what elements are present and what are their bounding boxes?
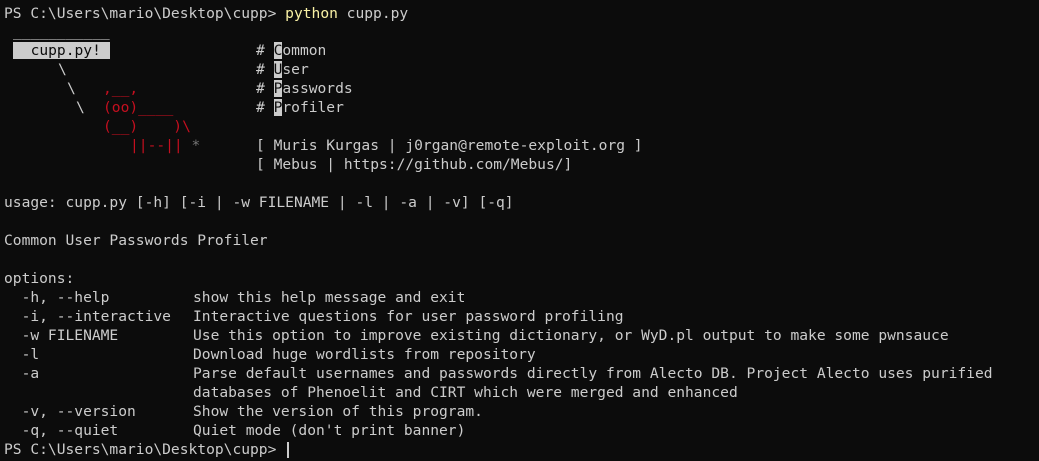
- cow-ears: ,__,: [103, 80, 139, 97]
- text-cursor: [287, 442, 290, 458]
- cow-face: (oo)____: [103, 99, 174, 116]
- option-flag-alecto: -a: [4, 365, 40, 382]
- option-desc-wordlist: Use this option to improve existing dict…: [193, 327, 949, 344]
- hash-mark: #: [256, 42, 274, 59]
- acronym-rest: asswords: [282, 80, 353, 97]
- credit-mebus: [ Mebus | https://github.com/Mebus/]: [256, 156, 573, 173]
- acronym-rest: rofiler: [282, 99, 344, 116]
- option-flag-wordlist: -w FILENAME: [4, 327, 119, 344]
- prompt-line-1: PS C:\Users\mario\Desktop\cupp> python c…: [4, 4, 408, 23]
- option-flag-quiet: -q, --quiet: [4, 422, 119, 439]
- hash-mark: #: [256, 80, 274, 97]
- banner-overline: ___________: [13, 23, 110, 40]
- acronym-rest: ser: [282, 61, 309, 78]
- cow-legs: ||--||: [130, 137, 183, 154]
- option-desc-version: Show the version of this program.: [193, 403, 483, 420]
- option-desc-quiet: Quiet mode (don't print banner): [193, 422, 466, 439]
- acronym-rest: ommon: [282, 42, 327, 59]
- banner-title: cupp.py!: [13, 42, 110, 59]
- option-flag-download: -l: [4, 346, 40, 363]
- option-desc-alecto: Parse default usernames and passwords di…: [193, 365, 993, 382]
- cow-legs-line: ||--|| *: [130, 136, 200, 155]
- banner-title-box: cupp.py!: [13, 41, 110, 60]
- cow-body: (__) )\: [103, 118, 191, 135]
- option-desc-alecto-cont: databases of Phenoelit and CIRT which we…: [193, 384, 738, 401]
- credit-author: [ Muris Kurgas | j0rgan@remote-exploit.o…: [256, 137, 643, 154]
- option-desc-download: Download huge wordlists from repository: [193, 346, 536, 363]
- banner-slash-1: \: [58, 61, 67, 78]
- command-argument: cupp.py: [337, 5, 409, 22]
- command-python: python: [285, 5, 338, 22]
- options-header: options:: [4, 270, 75, 287]
- prompt-path: PS C:\Users\mario\Desktop\cupp>: [4, 441, 286, 458]
- option-flag-help: -h, --help: [4, 289, 110, 306]
- acronym-common: # Common: [256, 41, 326, 60]
- hash-mark: #: [256, 61, 274, 78]
- banner-slash-2: \: [67, 80, 76, 97]
- option-flag-interactive: -i, --interactive: [4, 308, 171, 325]
- usage-line: usage: cupp.py [-h] [-i | -w FILENAME | …: [4, 194, 514, 211]
- option-desc-interactive: Interactive questions for user password …: [193, 308, 624, 325]
- prompt-path: PS C:\Users\mario\Desktop\cupp>: [4, 5, 286, 22]
- banner-slash-3: \: [76, 99, 85, 116]
- star-icon: *: [191, 137, 201, 154]
- option-desc-help: show this help message and exit: [193, 289, 466, 306]
- prompt-line-2[interactable]: PS C:\Users\mario\Desktop\cupp>: [4, 440, 290, 459]
- acronym-profiler: # Profiler: [256, 98, 344, 117]
- program-description: Common User Passwords Profiler: [4, 232, 268, 249]
- option-flag-version: -v, --version: [4, 403, 136, 420]
- hash-mark: #: [256, 99, 274, 116]
- acronym-passwords: # Passwords: [256, 79, 353, 98]
- terminal-window[interactable]: PS C:\Users\mario\Desktop\cupp> python c…: [0, 0, 1039, 461]
- acronym-user: # User: [256, 60, 309, 79]
